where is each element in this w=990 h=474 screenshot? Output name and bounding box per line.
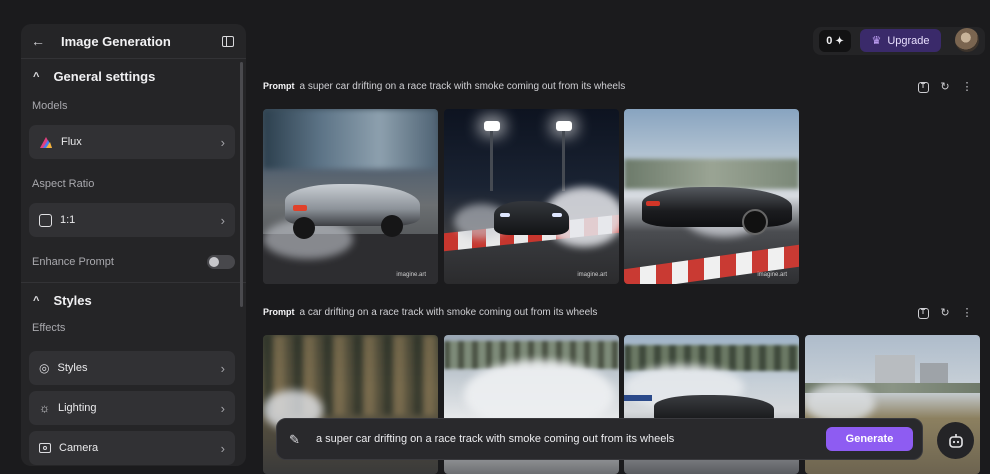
light-pole (562, 131, 565, 191)
general-settings-heading: General settings (53, 69, 156, 84)
prompt-header-1: Prompt a super car drifting on a race tr… (263, 79, 978, 93)
floodlight (556, 121, 572, 131)
generate-button[interactable]: Generate (826, 427, 913, 451)
effect-label: Lighting (58, 402, 97, 414)
aspect-ratio-value: 1:1 (60, 214, 76, 226)
styles-section-toggle[interactable]: ^ Styles (21, 293, 104, 308)
enhance-prompt-label: Enhance Prompt (32, 256, 114, 268)
model-value: Flux (61, 136, 82, 148)
chevron-right-icon: › (220, 134, 225, 150)
generated-image[interactable]: imagine.art (444, 109, 619, 284)
barrier (624, 395, 652, 401)
wheel (381, 215, 403, 237)
toggle-knob (209, 257, 219, 267)
styles-heading: Styles (53, 293, 92, 308)
curb (624, 244, 799, 284)
chevron-right-icon: › (220, 360, 225, 376)
chevron-up-icon: ^ (33, 70, 40, 83)
prompt-tag: Prompt (263, 307, 295, 317)
edit-prompt-icon[interactable]: ✎ (289, 432, 304, 447)
general-settings-toggle[interactable]: ^ General settings (21, 69, 167, 84)
palette-icon: ◎ (39, 361, 50, 375)
headlight (500, 213, 510, 217)
divider (21, 282, 246, 283)
prompt-input-bar: ✎ a super car drifting on a race track w… (276, 418, 923, 460)
chevron-right-icon: › (220, 212, 225, 228)
square-icon (39, 213, 52, 227)
sparkle-icon: ✦ (835, 35, 844, 47)
headlight (552, 213, 562, 217)
effect-label: Camera (59, 442, 99, 454)
prompt-header-2: Prompt a car drifting on a race track wi… (263, 305, 978, 319)
back-arrow-icon[interactable]: ← (31, 33, 47, 49)
watermark: imagine.art (757, 272, 787, 278)
light-pole (490, 131, 493, 191)
text-icon[interactable]: T (912, 305, 934, 319)
credits-count: 0 (826, 35, 833, 47)
upgrade-button[interactable]: ♛ Upgrade (860, 29, 941, 52)
tail-light (646, 201, 660, 206)
chevron-right-icon: › (220, 440, 225, 456)
page-title: Image Generation (61, 33, 171, 49)
effect-camera[interactable]: Camera › (29, 431, 235, 465)
more-options-icon[interactable]: ⋮ (956, 80, 978, 93)
enhance-prompt-toggle[interactable] (207, 255, 235, 269)
aspect-ratio-select[interactable]: 1:1 › (29, 203, 235, 237)
upgrade-label: Upgrade (887, 34, 930, 47)
treeline (624, 159, 799, 189)
model-select[interactable]: Flux › (29, 125, 235, 159)
sidebar-scrollbar[interactable] (240, 62, 243, 307)
crown-icon: ♛ (871, 35, 882, 47)
background-blur (263, 109, 438, 169)
credits-badge[interactable]: 0 ✦ (819, 30, 851, 52)
collapse-panel-icon[interactable] (222, 35, 234, 47)
sidebar-header: ← Image Generation (21, 24, 246, 59)
floodlight (484, 121, 500, 131)
aspect-ratio-label: Aspect Ratio (32, 178, 95, 190)
prompt-text: a super car drifting on a race track wit… (299, 80, 626, 92)
watermark: imagine.art (396, 272, 426, 278)
prompt-input[interactable]: a super car drifting on a race track wit… (316, 433, 826, 445)
tail-light (293, 205, 307, 211)
prompt-tag: Prompt (263, 81, 295, 91)
more-options-icon[interactable]: ⋮ (956, 306, 978, 319)
chevron-right-icon: › (220, 400, 225, 416)
settings-sidebar: ← Image Generation ^ General settings Mo… (21, 24, 246, 466)
models-label: Models (32, 100, 68, 112)
smoke (805, 383, 875, 423)
effect-styles[interactable]: ◎ Styles › (29, 351, 235, 385)
generated-image[interactable]: imagine.art (624, 109, 799, 284)
robot-icon (948, 433, 963, 448)
flux-logo-icon (40, 137, 52, 148)
chevron-up-icon: ^ (33, 294, 40, 307)
sun-icon: ☼ (39, 401, 50, 415)
regenerate-icon[interactable]: ↻ (934, 306, 956, 319)
effect-label: Styles (57, 362, 88, 374)
watermark: imagine.art (577, 272, 607, 278)
avatar[interactable] (955, 28, 979, 52)
wheel (742, 209, 768, 235)
assistant-button[interactable] (937, 422, 974, 459)
generated-image[interactable]: imagine.art (263, 109, 438, 284)
regenerate-icon[interactable]: ↻ (934, 80, 956, 93)
car (494, 201, 569, 235)
wheel (293, 217, 315, 239)
effect-lighting[interactable]: ☼ Lighting › (29, 391, 235, 425)
camera-icon (39, 443, 51, 453)
effects-label: Effects (32, 322, 66, 334)
text-icon[interactable]: T (912, 79, 934, 93)
prompt-text: a car drifting on a race track with smok… (299, 306, 598, 318)
car (642, 187, 792, 227)
